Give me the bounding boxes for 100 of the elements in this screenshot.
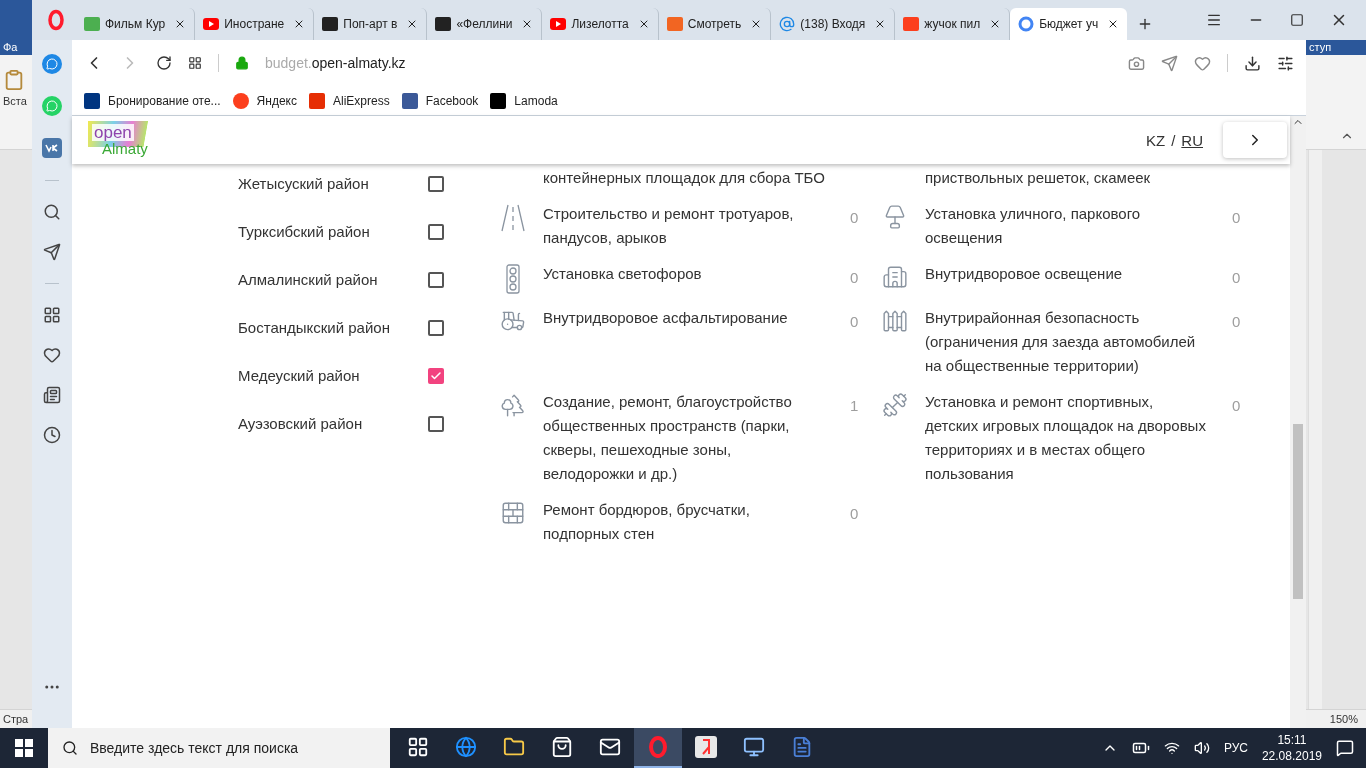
wifi-icon[interactable] — [1163, 740, 1180, 756]
grid-icon[interactable] — [188, 56, 202, 70]
bookmark-link[interactable]: Бронирование оте... — [84, 92, 221, 109]
news-icon[interactable] — [43, 386, 61, 404]
checkbox[interactable] — [428, 224, 444, 240]
window-title-bar — [0, 0, 32, 40]
document-icon[interactable] — [791, 736, 813, 758]
category-count: 0 — [1231, 268, 1242, 288]
bookmark-link[interactable]: AliExpress — [308, 92, 390, 109]
menu-tab[interactable]: Фа — [0, 40, 32, 55]
badge-icon — [84, 17, 100, 31]
clock-icon[interactable] — [43, 426, 61, 444]
volume-icon[interactable] — [1193, 740, 1210, 756]
task-view-icon[interactable] — [407, 736, 429, 758]
checkbox[interactable] — [428, 320, 444, 336]
checkbox[interactable] — [428, 416, 444, 432]
category-label: Ремонт бордюров, брусчатки, подпорных стен — [543, 500, 751, 544]
category-label: Создание, ремонт, благоустройство общественных пространств (парки, скверы, пешеходные зоны, велодорожки и др.) — [543, 392, 793, 484]
category-label: Внутридворовое асфальтирование — [543, 308, 789, 328]
notification-icon[interactable] — [1336, 739, 1354, 757]
logo-icon — [308, 92, 325, 109]
windows-logo-icon[interactable] — [15, 739, 33, 757]
category-label: Внутридворовое освещение — [925, 264, 1124, 284]
scroll-thumb[interactable] — [1293, 424, 1303, 599]
menu-tab[interactable]: ступ — [1306, 40, 1366, 55]
category-label: Установка и ремонт спортивных, детских игровых площадок на дворовых территориях и в местах общего пользования — [925, 392, 1207, 484]
search-field[interactable]: Введите здесь текст для поиска — [48, 728, 390, 768]
grid-icon[interactable] — [43, 306, 61, 324]
scrollbar[interactable] — [1308, 150, 1322, 709]
heart-icon[interactable] — [1194, 54, 1211, 72]
chat-bubble-icon[interactable] — [46, 58, 58, 70]
fence-icon — [882, 308, 908, 334]
dumbbell-icon — [882, 392, 908, 418]
checkbox[interactable] — [428, 368, 444, 384]
language-indicator[interactable]: РУС — [1223, 741, 1248, 755]
vk-icon[interactable] — [42, 138, 62, 158]
category-count: 0 — [1231, 312, 1242, 332]
shopping-bag-icon[interactable] — [551, 736, 573, 758]
brick-wall-icon — [500, 500, 526, 526]
folder-icon[interactable] — [503, 736, 525, 758]
download-icon[interactable] — [1244, 54, 1261, 72]
logo-icon — [84, 92, 100, 109]
district-label: Ауэзовский район — [238, 414, 364, 434]
circle-icon — [1018, 16, 1035, 32]
search-icon[interactable] — [43, 203, 61, 221]
category-label: Строительство и ремонт тротуаров, пандусов, арыков — [543, 204, 795, 248]
checkbox[interactable] — [428, 272, 444, 288]
district-label: Бостандыкский район — [238, 318, 391, 338]
play-button-icon — [203, 18, 220, 30]
globe-icon[interactable] — [455, 736, 477, 758]
badge-icon — [435, 17, 452, 31]
browser-tab[interactable]: Бюджет уч — [1010, 8, 1128, 40]
category-count: 0 — [849, 208, 860, 228]
district-label: Медеуский район — [238, 366, 361, 386]
logo-icon — [490, 92, 507, 109]
language-link[interactable]: KZ — [1146, 131, 1166, 149]
monitor-icon[interactable] — [743, 736, 765, 758]
category-label: контейнерных площадок для сбора ТБО — [543, 168, 825, 188]
bookmark-link[interactable]: Яндекс — [232, 92, 297, 109]
trees-icon — [500, 392, 526, 418]
category-count: 0 — [1231, 396, 1242, 416]
ribbon-label[interactable]: Вста — [3, 95, 27, 107]
heart-icon[interactable] — [43, 346, 61, 364]
checkbox[interactable] — [428, 176, 444, 192]
category-label: приствольных решеток, скамеек — [925, 168, 1152, 188]
settings-icon[interactable] — [1277, 54, 1294, 72]
reload-icon[interactable] — [156, 55, 172, 71]
language-separator: / — [1171, 131, 1176, 149]
at-sign-icon — [779, 16, 796, 32]
menu-icon[interactable] — [1206, 12, 1222, 28]
address-field[interactable]: budget.open-almaty.kz — [265, 55, 1112, 71]
lock-icon — [235, 56, 249, 70]
clock-date[interactable]: 22.08.2019 — [1261, 748, 1322, 764]
maximize-icon[interactable] — [1290, 13, 1304, 27]
send-icon[interactable] — [1161, 54, 1178, 72]
badge-icon — [666, 17, 683, 31]
camera-icon[interactable] — [1128, 54, 1145, 72]
status-text: Стра — [0, 709, 32, 728]
scrollbar[interactable] — [1290, 116, 1306, 728]
building-icon — [882, 264, 908, 290]
district-label: Алмалинский район — [238, 270, 379, 290]
badge-icon — [903, 17, 920, 31]
send-icon[interactable] — [43, 243, 61, 261]
search-icon — [62, 740, 78, 756]
logo-icon — [232, 92, 249, 109]
zoom-level[interactable]: 150% — [1306, 709, 1366, 728]
mail-icon[interactable] — [599, 736, 621, 758]
clipboard-icon[interactable] — [3, 69, 25, 91]
language-link[interactable]: RU — [1181, 131, 1203, 149]
category-label: Установка светофоров — [543, 264, 703, 284]
bookmark-link[interactable]: Facebook — [401, 92, 479, 109]
clock-time[interactable]: 15:11 — [1277, 732, 1307, 748]
category-count: 0 — [849, 312, 860, 332]
category-count: 1 — [849, 396, 860, 416]
category-count: 0 — [849, 268, 860, 288]
district-label: Турксибский район — [238, 222, 371, 242]
bookmark-link[interactable]: Lamoda — [490, 92, 558, 109]
ring-icon[interactable] — [46, 9, 66, 31]
category-count: 0 — [849, 504, 860, 524]
play-button-icon — [550, 18, 567, 30]
